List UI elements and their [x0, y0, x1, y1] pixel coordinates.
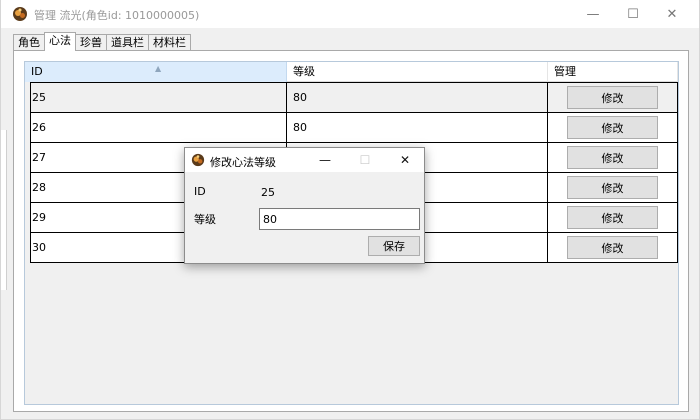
cell-manage: 修改 [548, 83, 678, 112]
dialog-title-bar[interactable]: 修改心法等级 — ☐ ✕ [185, 148, 424, 172]
grid-header: ID ▲ 等级 管理 [25, 62, 678, 82]
main-window: 管理 流光(角色id: 1010000005) — ☐ ✕ 角色 心法 珍兽 道… [0, 0, 700, 420]
close-icon[interactable]: ✕ [652, 0, 692, 28]
window-title: 管理 流光(角色id: 1010000005) [34, 9, 200, 22]
cell-manage: 修改 [548, 203, 678, 232]
edit-button[interactable]: 修改 [567, 206, 658, 229]
tab-xinfa[interactable]: 心法 [44, 32, 76, 51]
dialog-app-icon [191, 153, 205, 167]
tab-material-bar[interactable]: 材料栏 [148, 34, 191, 51]
edit-button[interactable]: 修改 [567, 176, 658, 199]
cell-level[interactable]: 80 [287, 83, 548, 112]
dialog-title: 修改心法等级 [210, 156, 276, 169]
table-row[interactable]: 25 80 修改 [30, 83, 678, 113]
dialog-id-value: 25 [261, 186, 275, 199]
cell-id[interactable]: 25 [30, 83, 287, 112]
edit-button[interactable]: 修改 [567, 236, 658, 259]
column-header-level[interactable]: 等级 [287, 62, 548, 82]
column-header-manage[interactable]: 管理 [548, 62, 678, 82]
dialog-close-icon[interactable]: ✕ [391, 148, 419, 172]
tab-character[interactable]: 角色 [13, 34, 45, 51]
dialog-minimize-icon[interactable]: — [311, 148, 339, 172]
tab-strip: 角色 心法 珍兽 道具栏 材料栏 [13, 32, 191, 51]
cell-level[interactable]: 80 [287, 113, 548, 142]
maximize-icon[interactable]: ☐ [613, 0, 653, 28]
edit-button[interactable]: 修改 [567, 116, 658, 139]
level-input[interactable] [259, 208, 420, 230]
cell-manage: 修改 [548, 233, 678, 262]
dialog-maximize-icon: ☐ [359, 153, 371, 167]
save-button[interactable]: 保存 [368, 236, 420, 256]
tab-pets[interactable]: 珍兽 [75, 34, 107, 51]
cell-manage: 修改 [548, 173, 678, 202]
cell-id[interactable]: 26 [30, 113, 287, 142]
tab-item-bar[interactable]: 道具栏 [106, 34, 149, 51]
dialog-level-label: 等级 [194, 213, 216, 226]
column-header-id-label: ID [31, 65, 43, 78]
title-bar[interactable]: 管理 流光(角色id: 1010000005) — ☐ ✕ [1, 0, 699, 28]
edit-xinfa-level-dialog: 修改心法等级 — ☐ ✕ ID 25 等级 保存 [184, 147, 425, 264]
cell-manage: 修改 [548, 113, 678, 142]
background-window-edge [1, 130, 7, 290]
column-header-id[interactable]: ID ▲ [25, 62, 287, 82]
cell-manage: 修改 [548, 143, 678, 172]
sort-ascending-icon: ▲ [155, 64, 162, 73]
edit-button[interactable]: 修改 [567, 86, 658, 109]
edit-button[interactable]: 修改 [567, 146, 658, 169]
dialog-id-label: ID [194, 185, 206, 198]
app-icon [13, 7, 27, 21]
table-row[interactable]: 26 80 修改 [30, 113, 678, 143]
minimize-icon[interactable]: — [573, 0, 613, 28]
